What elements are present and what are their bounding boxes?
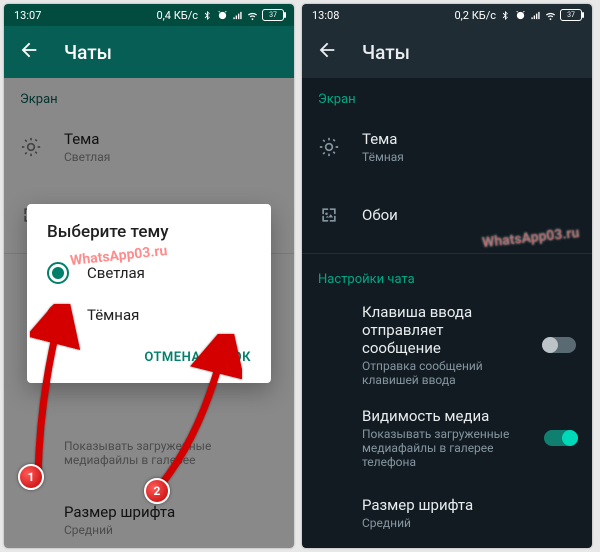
radio-icon [47,304,69,326]
phone-right: 13:08 0,2 КБ/с 37 Чаты Экран [302,4,592,548]
signal-icon [530,10,541,21]
theme-label: Тема [362,130,576,148]
switch-enter-send[interactable] [544,337,576,353]
status-net: 0,4 КБ/с [156,9,198,22]
wallpaper-icon [318,205,340,225]
statusbar: 13:08 0,2 КБ/с 37 [302,4,592,26]
phone-left: 13:07 0,4 КБ/с 37 Чаты Экран [4,4,294,548]
enter-send-label: Клавиша ввода отправляет сообщение [362,303,522,357]
appbar: Чаты [4,26,294,78]
item-wallpaper[interactable]: Обои [302,181,592,249]
media-vis-sub: Показывать загруженные медиафайлы в гале… [362,427,522,469]
radio-light-label: Светлая [87,264,145,282]
wifi-icon [545,10,556,21]
status-net: 0,2 КБ/с [454,9,496,22]
appbar: Чаты [302,26,592,78]
section-chat: Настройки чата [302,258,592,293]
page-title: Чаты [362,41,410,64]
ok-button[interactable]: ОК [221,342,263,373]
theme-dialog: Выберите тему Светлая Тёмная ОТМЕНА ОК [27,204,271,383]
divider [302,253,592,254]
battery-icon: 37 [262,9,284,21]
statusbar: 13:07 0,4 КБ/с 37 [4,4,294,26]
bluetooth-icon [202,10,213,21]
bluetooth-icon [500,10,511,21]
battery-icon: 37 [560,9,582,21]
radio-dark-label: Тёмная [87,306,139,324]
cancel-button[interactable]: ОТМЕНА [132,342,212,373]
content: Экран Тема Тёмная Обои Настройки чата [302,78,592,548]
switch-media-visibility[interactable] [544,430,576,446]
wifi-icon [247,10,258,21]
item-media-visibility[interactable]: Видимость медиа Показывать загруженные м… [302,397,592,479]
theme-value: Тёмная [362,150,576,164]
fontsize-value: Средний [362,516,576,530]
wallpaper-label: Обои [362,206,576,224]
item-theme[interactable]: Тема Тёмная [302,113,592,181]
alarm-icon [515,10,526,21]
fontsize-label: Размер шрифта [362,496,576,514]
radio-dark[interactable]: Тёмная [27,294,271,336]
status-time: 13:08 [312,9,339,22]
item-enter-send[interactable]: Клавиша ввода отправляет сообщение Отпра… [302,293,592,397]
signal-icon [232,10,243,21]
brightness-icon [318,137,340,157]
status-time: 13:07 [14,9,41,22]
back-button[interactable] [316,39,338,65]
alarm-icon [217,10,228,21]
page-title: Чаты [64,41,112,64]
content: Экран Тема Светлая Обои [4,78,294,548]
item-font-size[interactable]: Размер шрифта Средний [302,479,592,547]
radio-icon [47,262,69,284]
section-display: Экран [302,78,592,113]
dialog-title: Выберите тему [27,222,271,252]
media-vis-label: Видимость медиа [362,407,522,425]
radio-light[interactable]: Светлая [27,252,271,294]
back-button[interactable] [18,39,40,65]
enter-send-sub: Отправка сообщений клавишей ввода [362,359,522,387]
